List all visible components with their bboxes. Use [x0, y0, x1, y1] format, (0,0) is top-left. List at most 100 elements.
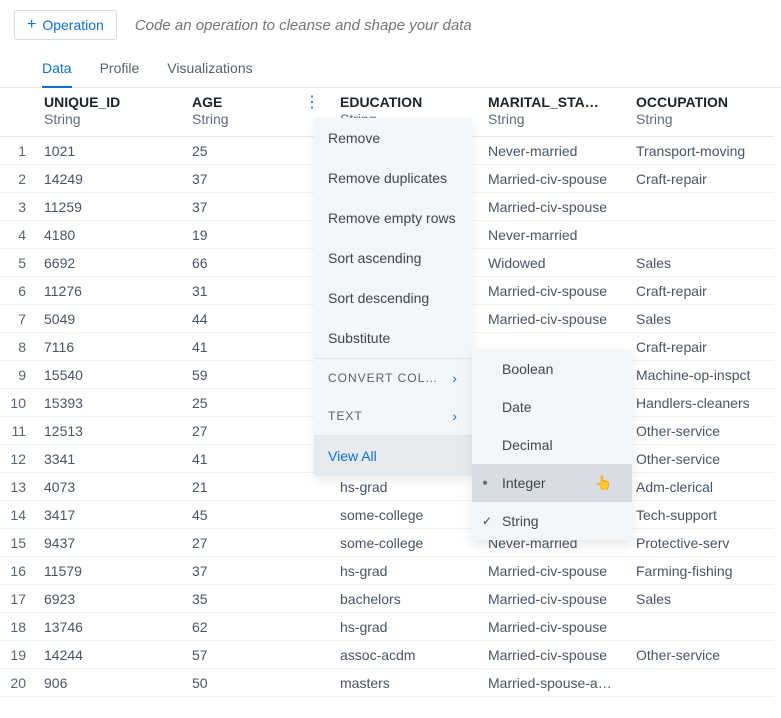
- cell-unique-id[interactable]: 7116: [34, 333, 182, 361]
- cell-age[interactable]: 21: [182, 473, 330, 501]
- cell-occupation[interactable]: Handlers-cleaners: [626, 389, 774, 417]
- cell-occupation[interactable]: Other-service: [626, 641, 774, 669]
- tab-profile[interactable]: Profile: [100, 50, 140, 88]
- cell-occupation[interactable]: Sales: [626, 585, 774, 613]
- cell-age[interactable]: 27: [182, 529, 330, 557]
- cell-occupation[interactable]: Other-service: [626, 417, 774, 445]
- cell-unique-id[interactable]: 14249: [34, 165, 182, 193]
- cell-occupation[interactable]: Transport-moving: [626, 137, 774, 165]
- cell-marital-status[interactable]: Married-spouse-ab…: [478, 669, 626, 697]
- cell-age[interactable]: 31: [182, 277, 330, 305]
- cell-age[interactable]: 37: [182, 557, 330, 585]
- cell-marital-status[interactable]: Married-civ-spouse: [478, 305, 626, 333]
- cell-unique-id[interactable]: 11579: [34, 557, 182, 585]
- cell-age[interactable]: 25: [182, 389, 330, 417]
- cell-education[interactable]: some-college: [330, 501, 478, 529]
- cell-marital-status[interactable]: Married-civ-spouse: [478, 641, 626, 669]
- cell-education[interactable]: hs-grad: [330, 557, 478, 585]
- cell-marital-status[interactable]: Married-civ-spouse: [478, 165, 626, 193]
- cell-occupation[interactable]: Craft-repair: [626, 277, 774, 305]
- cell-age[interactable]: 59: [182, 361, 330, 389]
- submenu-item-decimal[interactable]: Decimal: [472, 426, 632, 464]
- cell-age[interactable]: 27: [182, 417, 330, 445]
- cell-marital-status[interactable]: Married-civ-spouse: [478, 277, 626, 305]
- cell-education[interactable]: assoc-acdm: [330, 641, 478, 669]
- cell-age[interactable]: 57: [182, 641, 330, 669]
- cell-unique-id[interactable]: 11276: [34, 277, 182, 305]
- cell-unique-id[interactable]: 15393: [34, 389, 182, 417]
- cell-unique-id[interactable]: 12513: [34, 417, 182, 445]
- cell-age[interactable]: 45: [182, 501, 330, 529]
- cell-unique-id[interactable]: 13746: [34, 613, 182, 641]
- cell-marital-status[interactable]: Married-civ-spouse: [478, 585, 626, 613]
- cell-marital-status[interactable]: Widowed: [478, 249, 626, 277]
- tab-visualizations[interactable]: Visualizations: [167, 50, 252, 88]
- column-header-age[interactable]: ⋮ AGE String: [182, 88, 330, 137]
- cell-occupation[interactable]: Tech-support: [626, 501, 774, 529]
- cell-unique-id[interactable]: 11259: [34, 193, 182, 221]
- column-header-marital-status[interactable]: MARITAL_STA… String: [478, 88, 626, 137]
- cell-education[interactable]: some-college: [330, 529, 478, 557]
- menu-group-convert-column[interactable]: CONVERT COL… ›: [314, 358, 472, 397]
- cell-age[interactable]: 35: [182, 585, 330, 613]
- cell-unique-id[interactable]: 3417: [34, 501, 182, 529]
- cell-occupation[interactable]: [626, 613, 774, 641]
- cell-age[interactable]: 41: [182, 445, 330, 473]
- cell-education[interactable]: bachelors: [330, 585, 478, 613]
- cell-marital-status[interactable]: Married-civ-spouse: [478, 613, 626, 641]
- cell-unique-id[interactable]: 6692: [34, 249, 182, 277]
- cell-unique-id[interactable]: 15540: [34, 361, 182, 389]
- cell-occupation[interactable]: Sales: [626, 305, 774, 333]
- cell-unique-id[interactable]: 6923: [34, 585, 182, 613]
- menu-item-substitute[interactable]: Substitute: [314, 318, 472, 358]
- menu-item-remove[interactable]: Remove: [314, 118, 472, 158]
- menu-item-view-all[interactable]: View All: [314, 435, 472, 476]
- cell-unique-id[interactable]: 5049: [34, 305, 182, 333]
- cell-occupation[interactable]: [626, 193, 774, 221]
- cell-occupation[interactable]: Adm-clerical: [626, 473, 774, 501]
- submenu-item-boolean[interactable]: Boolean: [472, 350, 632, 388]
- cell-marital-status[interactable]: Never-married: [478, 221, 626, 249]
- cell-occupation[interactable]: Other-service: [626, 445, 774, 473]
- cell-occupation[interactable]: [626, 669, 774, 697]
- cell-marital-status[interactable]: Married-civ-spouse: [478, 557, 626, 585]
- column-menu-icon[interactable]: ⋮: [304, 96, 320, 110]
- column-header-occupation[interactable]: OCCUPATION String: [626, 88, 774, 137]
- cell-age[interactable]: 37: [182, 193, 330, 221]
- cell-unique-id[interactable]: 906: [34, 669, 182, 697]
- column-header-unique-id[interactable]: UNIQUE_ID String: [34, 88, 182, 137]
- cell-age[interactable]: 50: [182, 669, 330, 697]
- cell-occupation[interactable]: [626, 221, 774, 249]
- cell-age[interactable]: 37: [182, 165, 330, 193]
- cell-occupation[interactable]: Machine-op-inspct: [626, 361, 774, 389]
- cell-age[interactable]: 66: [182, 249, 330, 277]
- submenu-item-date[interactable]: Date: [472, 388, 632, 426]
- cell-occupation[interactable]: Sales: [626, 249, 774, 277]
- cell-unique-id[interactable]: 1021: [34, 137, 182, 165]
- cell-age[interactable]: 44: [182, 305, 330, 333]
- cell-occupation[interactable]: Craft-repair: [626, 333, 774, 361]
- submenu-item-string[interactable]: ✓ String: [472, 502, 632, 540]
- cell-age[interactable]: 25: [182, 137, 330, 165]
- cell-marital-status[interactable]: Married-civ-spouse: [478, 193, 626, 221]
- cell-unique-id[interactable]: 9437: [34, 529, 182, 557]
- cell-education[interactable]: masters: [330, 669, 478, 697]
- cell-marital-status[interactable]: Never-married: [478, 137, 626, 165]
- cell-education[interactable]: hs-grad: [330, 473, 478, 501]
- menu-item-sort-descending[interactable]: Sort descending: [314, 278, 472, 318]
- cell-occupation[interactable]: Farming-fishing: [626, 557, 774, 585]
- menu-item-remove-empty-rows[interactable]: Remove empty rows: [314, 198, 472, 238]
- cell-unique-id[interactable]: 4180: [34, 221, 182, 249]
- operation-button[interactable]: + Operation: [14, 10, 117, 40]
- menu-group-text[interactable]: TEXT ›: [314, 397, 472, 435]
- cell-unique-id[interactable]: 14244: [34, 641, 182, 669]
- cell-age[interactable]: 41: [182, 333, 330, 361]
- cell-occupation[interactable]: Protective-serv: [626, 529, 774, 557]
- cell-unique-id[interactable]: 4073: [34, 473, 182, 501]
- tab-data[interactable]: Data: [42, 50, 72, 88]
- cell-age[interactable]: 19: [182, 221, 330, 249]
- code-operation-input[interactable]: [135, 17, 767, 34]
- submenu-item-integer[interactable]: ● Integer 👆: [472, 464, 632, 502]
- cell-occupation[interactable]: Craft-repair: [626, 165, 774, 193]
- cell-age[interactable]: 62: [182, 613, 330, 641]
